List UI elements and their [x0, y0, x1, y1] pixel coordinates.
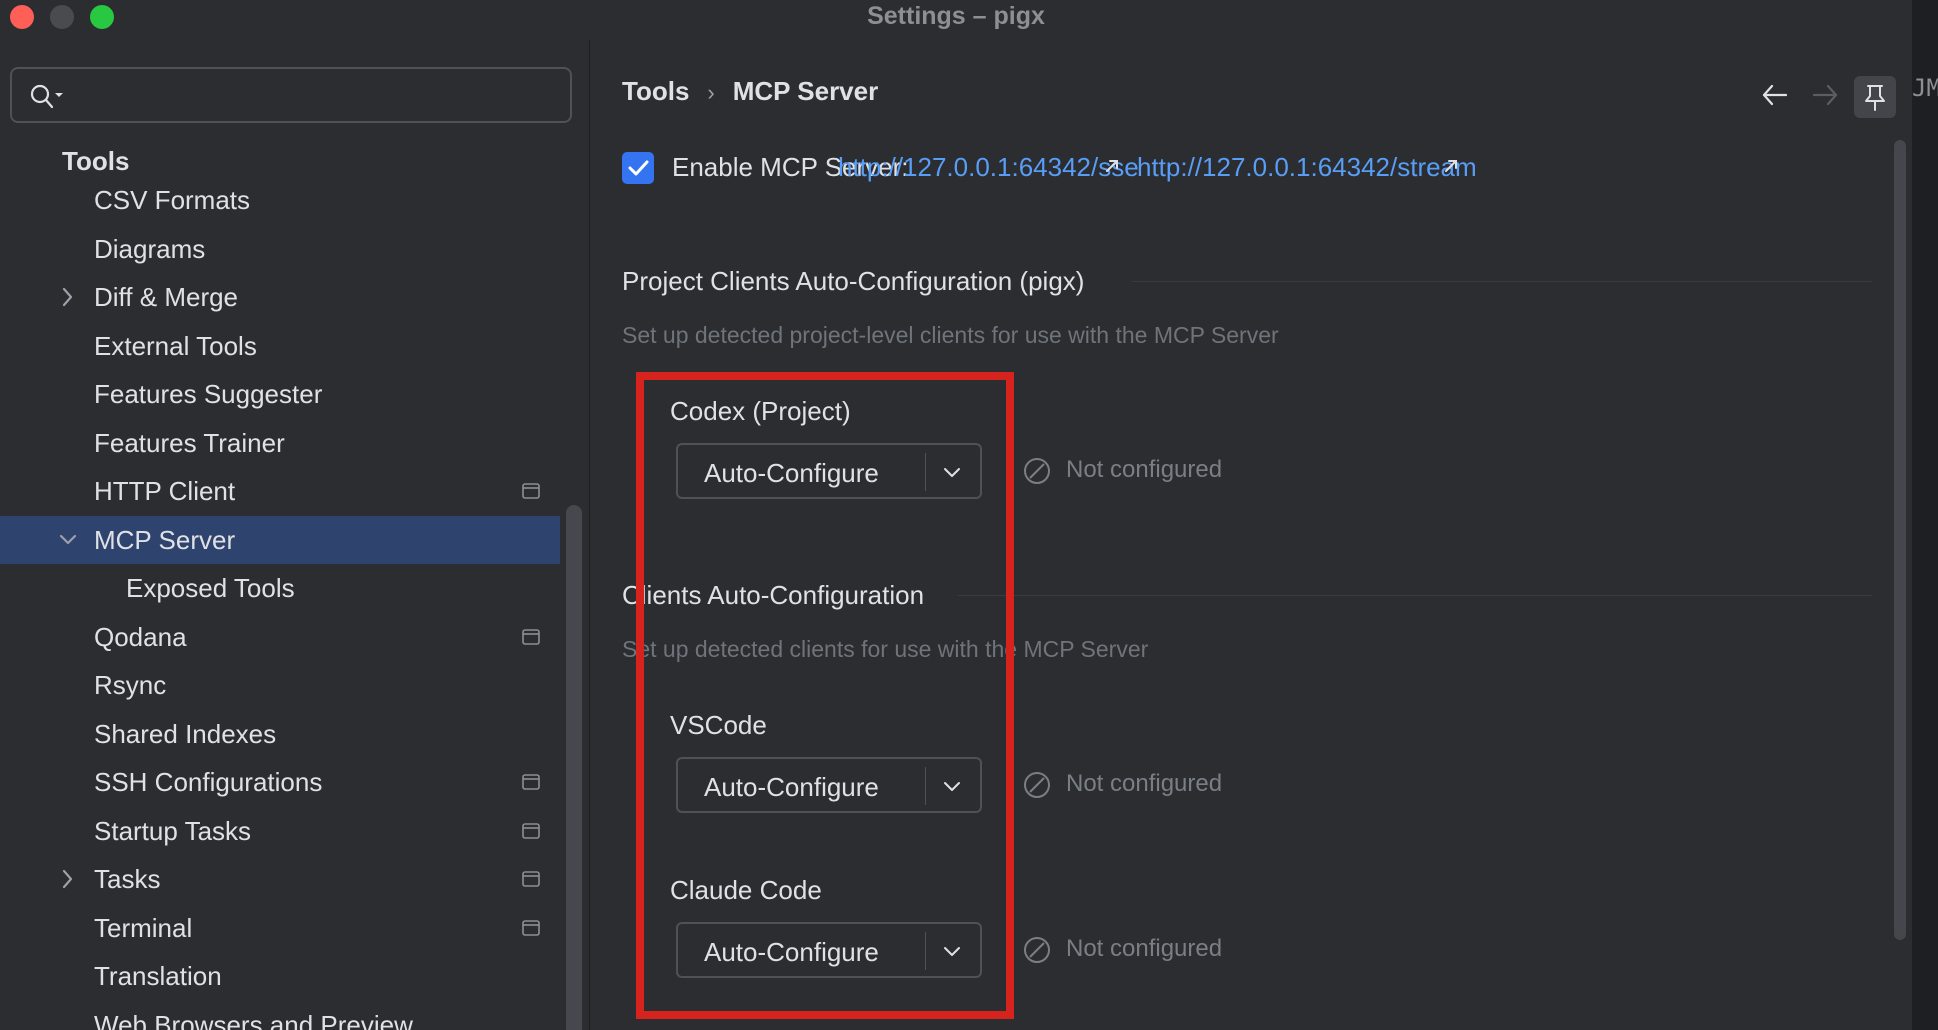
section-divider: [1132, 281, 1872, 282]
content-scrollbar[interactable]: [1894, 140, 1906, 940]
project-level-icon: [522, 823, 540, 839]
sidebar-item-features-suggester[interactable]: Features Suggester: [0, 370, 560, 418]
title-bar: Settings – pigx: [0, 0, 1912, 40]
not-configured-icon: [1024, 458, 1050, 484]
sidebar-item-label: Features Trainer: [94, 428, 285, 458]
breadcrumb-current: MCP Server: [732, 76, 879, 106]
clients-section-description: Set up detected clients for use with the…: [622, 636, 1149, 662]
sidebar-item-label: MCP Server: [94, 525, 236, 555]
sidebar-item-label: Rsync: [94, 670, 167, 700]
enable-mcp-server-checkbox[interactable]: [622, 152, 654, 184]
sidebar-item-label: SSH Configurations: [94, 767, 323, 797]
back-arrow-icon[interactable]: [1758, 80, 1792, 110]
external-link-icon: [1106, 160, 1118, 172]
project-level-icon: [522, 774, 540, 790]
sidebar-item-qodana[interactable]: Qodana: [0, 613, 560, 661]
window-title: Settings – pigx: [867, 2, 1045, 30]
sidebar-item-label: Web Browsers and Preview: [94, 1010, 413, 1030]
breadcrumb-parent[interactable]: Tools: [622, 76, 689, 106]
settings-window: Settings – pigx Tools CSV Formats Diagram…: [0, 0, 1912, 1030]
status-text: Not configured: [1066, 935, 1223, 962]
split-divider: [925, 453, 926, 491]
project-level-icon: [522, 871, 540, 887]
sidebar-item-shared-indexes[interactable]: Shared Indexes: [0, 710, 560, 758]
sidebar-item-label: External Tools: [94, 331, 257, 361]
chevron-right-icon[interactable]: [58, 285, 78, 309]
clients-section-title: Clients Auto-Configuration: [622, 580, 925, 610]
forward-arrow-icon[interactable]: [1808, 80, 1842, 110]
sidebar-item-terminal[interactable]: Terminal: [0, 904, 560, 952]
sidebar-item-label: Terminal: [94, 913, 193, 943]
sidebar-item-label: Exposed Tools: [126, 573, 295, 603]
sidebar-item-label: Diff & Merge: [94, 282, 239, 312]
pin-button[interactable]: [1854, 76, 1896, 118]
sidebar-scrollbar[interactable]: [566, 505, 582, 1030]
sidebar-item-rsync[interactable]: Rsync: [0, 661, 560, 709]
sidebar-item-csv-formats[interactable]: CSV Formats: [0, 176, 560, 224]
project-level-icon: [522, 629, 540, 645]
search-icon: [30, 84, 63, 109]
sse-url-link[interactable]: http://127.0.0.1:64342/sse: [838, 152, 1139, 183]
sidebar-item-http-client[interactable]: HTTP Client: [0, 467, 560, 515]
client-name-claude-code: Claude Code: [670, 875, 822, 905]
sidebar-item-translation[interactable]: Translation: [0, 952, 560, 1000]
checkmark-icon: [628, 160, 649, 176]
auto-configure-dropdown-codex-project[interactable]: Auto-Configure: [676, 443, 982, 499]
sidebar-item-tasks[interactable]: Tasks: [0, 855, 560, 903]
auto-configure-dropdown-claude-code[interactable]: Auto-Configure: [676, 922, 982, 978]
sidebar-item-mcp-server[interactable]: MCP Server: [0, 516, 560, 564]
sidebar-header-tools[interactable]: Tools: [62, 146, 129, 177]
sidebar-item-label: Shared Indexes: [94, 719, 277, 749]
external-link-icon: [1445, 160, 1457, 172]
section-divider: [958, 595, 1872, 596]
settings-sidebar: Tools CSV Formats Diagrams Diff & Merge Ext…: [0, 40, 590, 1030]
auto-configure-button[interactable]: Auto-Configure: [704, 458, 879, 489]
sidebar-item-diff-merge[interactable]: Diff & Merge: [0, 273, 560, 321]
auto-configure-button[interactable]: Auto-Configure: [704, 772, 879, 803]
split-divider: [925, 932, 926, 970]
auto-configure-dropdown-vscode[interactable]: Auto-Configure: [676, 757, 982, 813]
sidebar-item-label: Tasks: [94, 864, 161, 894]
sidebar-item-label: Diagrams: [94, 234, 206, 264]
status-text: Not configured: [1066, 456, 1223, 483]
project-level-icon: [522, 483, 540, 499]
sidebar-item-label: Translation: [94, 961, 222, 991]
client-name-codex-project: Codex (Project): [670, 396, 851, 426]
settings-content: Tools › MCP Server Enable MCP Server: http…: [591, 40, 1912, 1030]
sidebar-item-label: Startup Tasks: [94, 816, 252, 846]
chevron-down-icon[interactable]: [941, 461, 963, 483]
stream-url-link[interactable]: http://127.0.0.1:64342/stream: [1137, 152, 1477, 183]
status-text: Not configured: [1066, 770, 1223, 797]
chevron-down-icon[interactable]: [941, 775, 963, 797]
chevron-down-icon[interactable]: [941, 940, 963, 962]
settings-search-input[interactable]: [10, 67, 572, 123]
sidebar-item-external-tools[interactable]: External Tools: [0, 322, 560, 370]
auto-configure-button[interactable]: Auto-Configure: [704, 937, 879, 968]
sidebar-item-features-trainer[interactable]: Features Trainer: [0, 419, 560, 467]
project-clients-section-description: Set up detected project-level clients fo…: [622, 322, 1279, 348]
sidebar-item-label: Qodana: [94, 622, 187, 652]
sidebar-item-label: HTTP Client: [94, 476, 236, 506]
sidebar-item-exposed-tools[interactable]: Exposed Tools: [0, 564, 560, 612]
breadcrumb: Tools › MCP Server: [622, 76, 878, 107]
client-name-vscode: VSCode: [670, 710, 767, 740]
sidebar-item-ssh-configurations[interactable]: SSH Configurations: [0, 758, 560, 806]
project-level-icon: [522, 920, 540, 936]
sidebar-item-label: CSV Formats: [94, 185, 251, 215]
not-configured-icon: [1024, 772, 1050, 798]
sidebar-item-diagrams[interactable]: Diagrams: [0, 225, 560, 273]
sidebar-item-label: Features Suggester: [94, 379, 323, 409]
chevron-right-icon[interactable]: [58, 867, 78, 891]
project-clients-section-title: Project Clients Auto-Configuration (pigx…: [622, 266, 1085, 296]
breadcrumb-separator: ›: [707, 80, 715, 105]
sidebar-item-web-browsers-and-preview[interactable]: Web Browsers and Preview: [0, 1001, 560, 1030]
split-divider: [925, 767, 926, 805]
chevron-down-icon[interactable]: [58, 528, 78, 552]
background-window-edge: JM: [1912, 0, 1938, 1030]
background-window-text: JM: [1912, 74, 1938, 102]
not-configured-icon: [1024, 937, 1050, 963]
sidebar-item-startup-tasks[interactable]: Startup Tasks: [0, 807, 560, 855]
pin-icon: [1865, 85, 1885, 111]
